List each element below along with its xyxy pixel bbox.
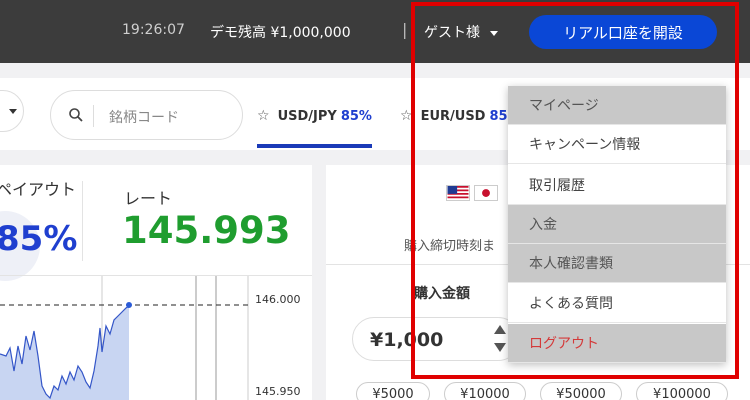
current-price-dot [126, 302, 132, 308]
menu-item-mypage[interactable]: マイページ [508, 86, 726, 125]
tab-pair: USD/JPY [277, 108, 337, 124]
guest-label: ゲスト様 [424, 25, 480, 41]
active-tab-indicator [257, 144, 372, 148]
preset-amount-button[interactable]: ¥10000 [444, 382, 526, 400]
rate-label: レート [124, 189, 173, 208]
preset-amount-button[interactable]: ¥100000 [636, 382, 728, 400]
open-real-account-button[interactable]: リアル口座を開設 [529, 15, 717, 49]
menu-item-logout[interactable]: ログアウト [508, 324, 726, 363]
purchase-amount-label: 購入金額 [414, 286, 470, 302]
separator: | [402, 20, 408, 39]
search-divider [93, 105, 94, 127]
chevron-down-icon [9, 109, 17, 114]
favorite-star-icon[interactable]: ☆ [400, 108, 413, 124]
decrement-icon[interactable] [494, 343, 506, 352]
demo-balance: デモ残高 ¥1,000,000 [210, 25, 351, 41]
jp-flag-icon [474, 185, 498, 201]
divider [82, 181, 83, 261]
us-flag-icon [446, 185, 470, 201]
caret-down-icon [490, 30, 498, 36]
rate-value: 145.993 [122, 209, 291, 252]
increment-icon[interactable] [494, 325, 506, 334]
tab-payout: 85% [340, 108, 372, 124]
top-bar: 19:26:07 デモ残高 ¥1,000,000 | ゲスト様 リアル口座を開設 [0, 0, 750, 63]
favorite-star-icon[interactable]: ☆ [257, 108, 270, 124]
payout-value: 85% [0, 219, 78, 259]
purchase-deadline-label: 購入締切時刻ま [404, 239, 496, 254]
y-axis-tick: 146.000 [255, 293, 301, 306]
menu-item-history[interactable]: 取引履歴 [508, 166, 726, 205]
preset-amount-button[interactable]: ¥5000 [356, 382, 430, 400]
purchase-amount-value: ¥1,000 [370, 329, 444, 351]
search-icon [69, 108, 83, 122]
tab-payout: 85 [489, 108, 508, 124]
user-dropdown-menu: マイページ キャンペーン情報 取引履歴 入金 本人確認書類 よくある質問 ログア… [508, 86, 726, 363]
tab-usdjpy[interactable]: ☆ USD/JPY 85% [257, 108, 372, 124]
quote-card: ペイアウト 85% レート 145.993 146.000 145.950 [0, 165, 312, 400]
y-axis-tick: 145.950 [255, 385, 301, 398]
clock: 19:26:07 [122, 22, 185, 38]
menu-item-id-documents[interactable]: 本人確認書類 [508, 244, 726, 283]
guest-menu-toggle[interactable]: ゲスト様 [424, 22, 498, 42]
category-dropdown[interactable] [0, 90, 24, 132]
tab-pair: EUR/USD [420, 108, 486, 124]
menu-item-faq[interactable]: よくある質問 [508, 284, 726, 323]
preset-amount-button[interactable]: ¥50000 [540, 382, 622, 400]
payout-label: ペイアウト [0, 180, 77, 199]
symbol-search-input[interactable]: 銘柄コード [50, 90, 243, 140]
menu-item-campaign[interactable]: キャンペーン情報 [508, 125, 726, 164]
tab-eurusd[interactable]: ☆ EUR/USD 85 [400, 108, 508, 124]
search-placeholder: 銘柄コード [109, 110, 179, 126]
menu-item-deposit[interactable]: 入金 [508, 205, 726, 244]
